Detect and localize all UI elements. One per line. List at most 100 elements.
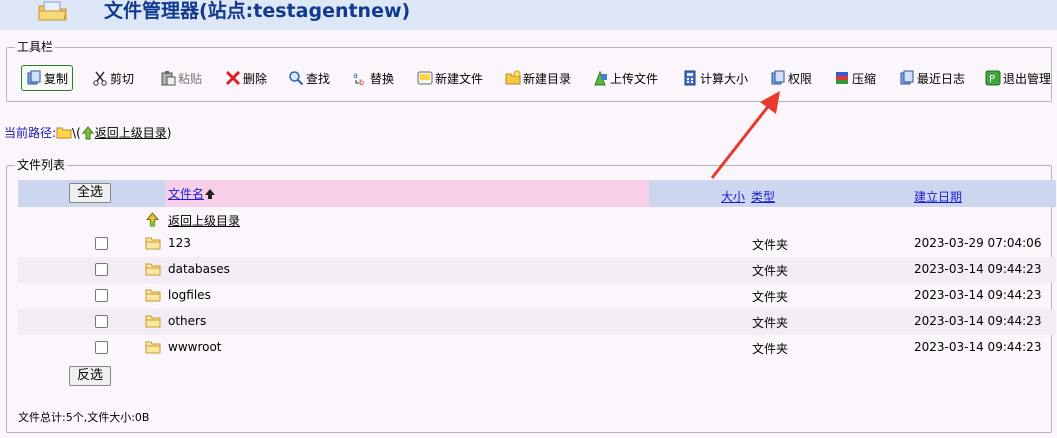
permission-label: 权限 (788, 71, 813, 86)
file-name[interactable]: databases (168, 262, 230, 276)
sort-up-arrow-icon (205, 188, 216, 199)
cut-icon (93, 71, 107, 86)
file-type: 文件夹 (752, 342, 789, 356)
svg-text:b: b (359, 78, 364, 86)
search-icon (289, 71, 304, 86)
compress-button[interactable]: 压缩 (834, 65, 876, 91)
replace-icon: ab (353, 71, 364, 86)
select-all-button[interactable]: 全选 (69, 183, 112, 203)
toolbar-fieldset: 工具栏 复制 剪切 粘贴 删除 查找 ab 替换 新建文件 新建目录 上传文件 … (6, 40, 1052, 102)
exit-icon: P (985, 70, 1001, 86)
calc-size-button[interactable]: 计算大小 (682, 65, 748, 91)
file-summary: 文件总计:5个,文件大小:0B (18, 411, 150, 424)
file-date: 2023-03-29 07:04:06 (914, 236, 1042, 250)
permission-button[interactable]: 权限 (770, 65, 812, 91)
invert-select-button[interactable]: 反选 (69, 366, 112, 386)
path-up-link[interactable]: 返回上级目录 (95, 124, 167, 141)
folder-icon (145, 263, 161, 276)
new-folder-button[interactable]: 新建目录 (505, 65, 571, 91)
copy-label: 复制 (44, 71, 69, 86)
cut-label: 剪切 (110, 71, 135, 86)
sort-by-date-link[interactable]: 建立日期 (914, 188, 962, 205)
new-folder-icon (505, 70, 521, 85)
up-arrow-icon (81, 125, 94, 139)
folder-icon (145, 289, 161, 302)
copy-button[interactable]: 复制 (21, 65, 74, 91)
paste-icon (161, 71, 176, 86)
up-arrow-icon (145, 212, 160, 227)
compress-icon (836, 72, 848, 84)
delete-label: 删除 (243, 71, 268, 86)
upload-icon (594, 70, 607, 86)
replace-button[interactable]: ab 替换 (352, 65, 394, 91)
folder-icon (145, 315, 161, 328)
file-name[interactable]: wwwroot (168, 340, 222, 354)
copy-icon (27, 70, 41, 85)
paste-button[interactable]: 粘贴 (160, 65, 202, 91)
paste-label: 粘贴 (178, 71, 203, 86)
sort-by-name-link[interactable]: 文件名 (168, 185, 204, 202)
recent-log-button[interactable]: 最近日志 (899, 65, 965, 91)
compress-label: 压缩 (852, 71, 877, 86)
folder-icon (56, 127, 72, 138)
calc-size-icon (684, 70, 696, 86)
file-type: 文件夹 (752, 316, 789, 330)
file-type: 文件夹 (752, 238, 789, 252)
app-header: 文件管理器(站点:testagentnew) (0, 0, 1057, 30)
table-row: others 文件夹 2023-03-14 09:44:23 (18, 309, 1056, 335)
sort-by-type-link[interactable]: 类型 (751, 188, 775, 205)
replace-label: 替换 (370, 71, 395, 86)
new-file-icon (417, 71, 433, 85)
path-close: ) (166, 125, 172, 140)
upload-button[interactable]: 上传文件 (592, 65, 658, 91)
file-name[interactable]: 123 (168, 236, 191, 250)
delete-button[interactable]: 删除 (225, 65, 267, 91)
file-type: 文件夹 (752, 264, 789, 278)
table-row: wwwroot 文件夹 2023-03-14 09:44:23 (18, 335, 1056, 361)
folder-logo-icon (38, 1, 67, 21)
calc-size-label: 计算大小 (700, 71, 749, 86)
path-label: 当前路径: (4, 126, 57, 140)
file-date: 2023-03-14 09:44:23 (914, 314, 1042, 328)
search-button[interactable]: 查找 (288, 65, 330, 91)
log-icon (900, 70, 914, 85)
sort-by-size-link[interactable]: 大小 (721, 188, 745, 205)
cut-button[interactable]: 剪切 (92, 65, 134, 91)
svg-text:a: a (353, 71, 358, 80)
delete-icon (225, 70, 241, 86)
table-row: 123 文件夹 2023-03-29 07:04:06 (18, 231, 1056, 257)
file-list-legend: 文件列表 (15, 158, 68, 172)
exit-button[interactable]: P 退出管理 (985, 65, 1051, 91)
column-name-header: 文件名 (165, 180, 649, 207)
new-folder-label: 新建目录 (523, 71, 572, 86)
table-row: logfiles 文件夹 2023-03-14 09:44:23 (18, 283, 1056, 309)
toolbar-legend: 工具栏 (15, 40, 56, 54)
new-file-label: 新建文件 (435, 71, 484, 86)
table-header: 全选 文件名 大小 类型 建立日期 (18, 180, 1056, 207)
new-file-button[interactable]: 新建文件 (417, 65, 483, 91)
table-row: databases 文件夹 2023-03-14 09:44:23 (18, 257, 1056, 283)
up-directory-row: 返回上级目录 (18, 207, 1056, 233)
recent-log-label: 最近日志 (917, 71, 966, 86)
svg-text:P: P (989, 74, 995, 85)
file-name[interactable]: logfiles (168, 288, 211, 302)
file-date: 2023-03-14 09:44:23 (914, 340, 1042, 354)
folder-icon (145, 237, 161, 250)
search-label: 查找 (306, 71, 331, 86)
current-path: 当前路径: \( 返回上级目录 ) (4, 124, 171, 141)
exit-label: 退出管理 (1003, 71, 1052, 86)
upload-label: 上传文件 (610, 71, 659, 86)
row-checkbox[interactable] (95, 341, 108, 354)
row-checkbox[interactable] (95, 263, 108, 276)
up-directory-link[interactable]: 返回上级目录 (168, 212, 240, 229)
row-checkbox[interactable] (95, 237, 108, 250)
row-checkbox[interactable] (95, 315, 108, 328)
row-checkbox[interactable] (95, 289, 108, 302)
file-type: 文件夹 (752, 290, 789, 304)
folder-icon (145, 341, 161, 354)
file-date: 2023-03-14 09:44:23 (914, 288, 1042, 302)
permission-icon (771, 70, 785, 85)
path-separator: \( (72, 125, 81, 140)
page-title: 文件管理器(站点:testagentnew) (104, 0, 411, 22)
file-name[interactable]: others (168, 314, 206, 328)
